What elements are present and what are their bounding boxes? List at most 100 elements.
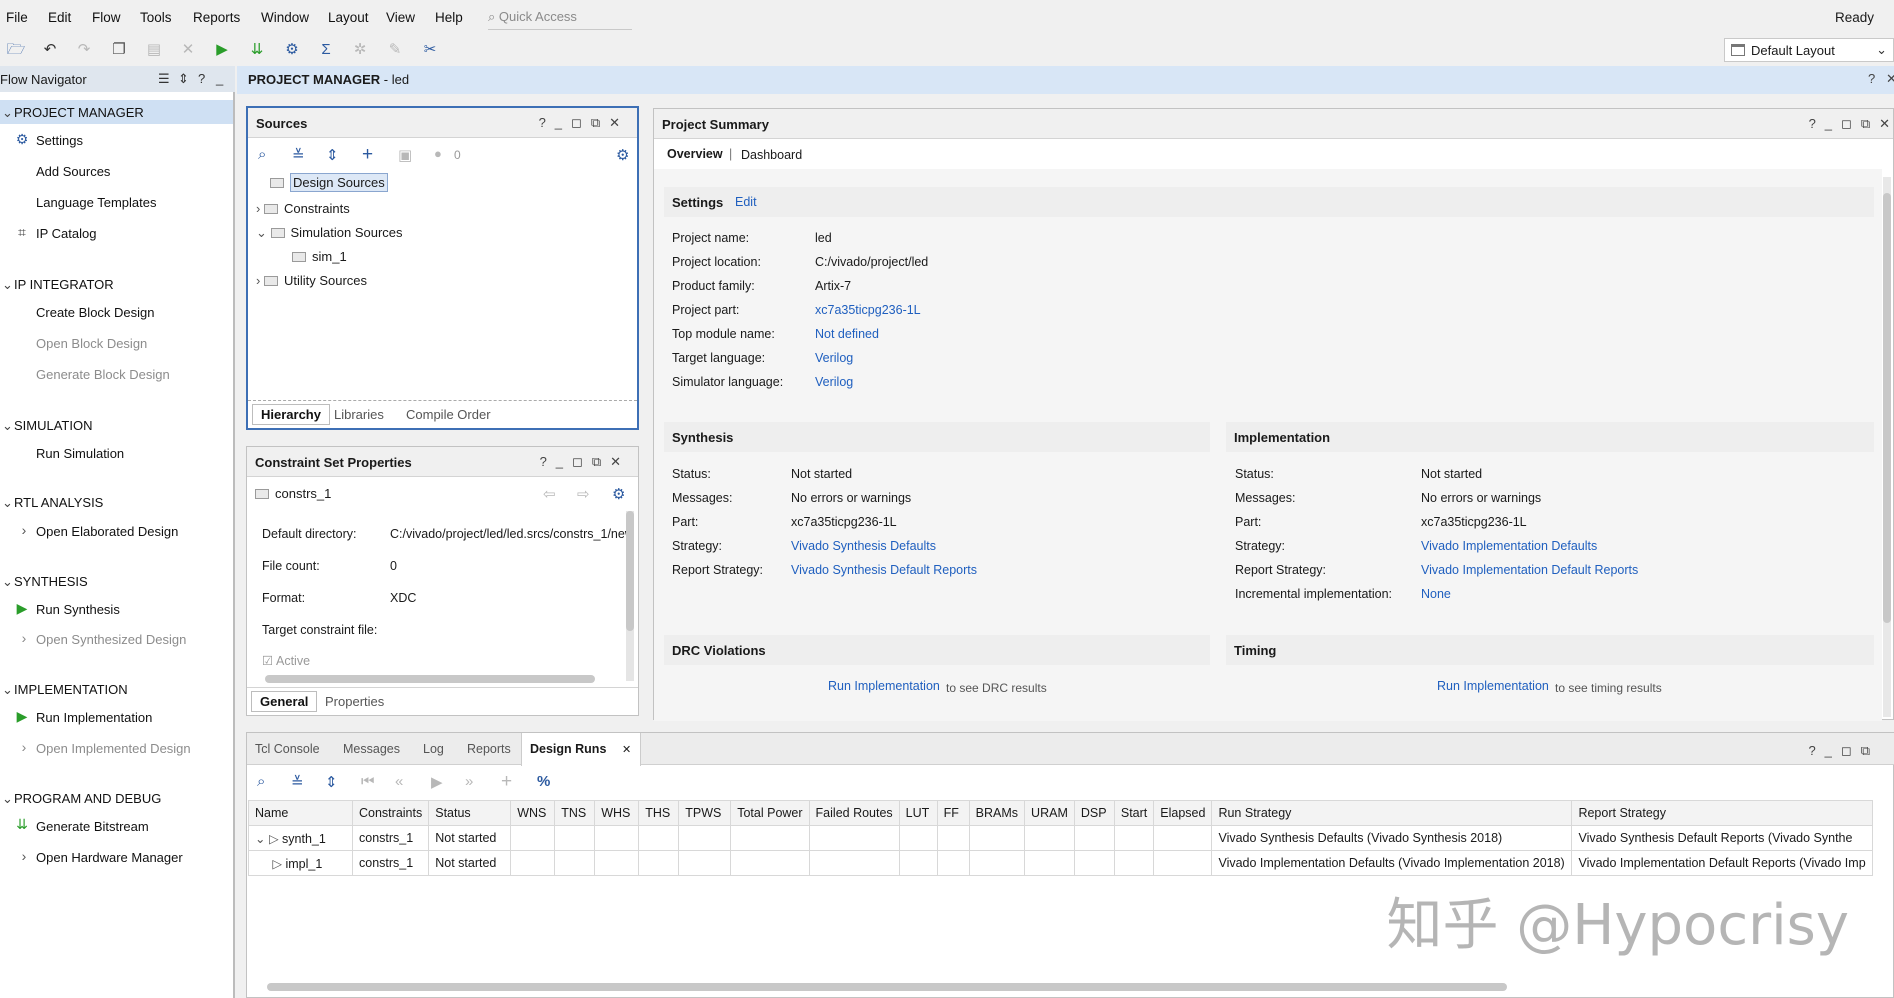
- menu-layout[interactable]: Layout: [328, 10, 369, 25]
- fn-run-simulation[interactable]: Run Simulation: [36, 446, 124, 461]
- drc-run-implementation-link[interactable]: Run Implementation: [828, 679, 940, 693]
- panel-window-icons[interactable]: ?_◻⧉✕: [539, 115, 629, 131]
- collapse-all-icon[interactable]: ≚: [291, 773, 304, 791]
- search-icon[interactable]: ⌕: [257, 773, 265, 790]
- fn-ip-catalog[interactable]: IP Catalog: [36, 226, 96, 241]
- tab-tcl-console[interactable]: Tcl Console: [255, 742, 320, 756]
- percent-icon[interactable]: %: [537, 773, 550, 790]
- fn-open-synthesized-design[interactable]: Open Synthesized Design: [36, 632, 186, 647]
- tree-item[interactable]: › Constraints: [256, 201, 350, 216]
- column-header[interactable]: Total Power: [730, 800, 810, 826]
- synth-strategy-link[interactable]: Vivado Synthesis Defaults: [791, 539, 936, 553]
- tree-item[interactable]: ⌄ Simulation Sources: [256, 225, 403, 241]
- section-simulation[interactable]: ⌄ SIMULATION: [2, 418, 93, 433]
- tree-item[interactable]: sim_1: [292, 249, 347, 264]
- copy-icon[interactable]: ❐: [109, 40, 129, 60]
- section-implementation[interactable]: ⌄ IMPLEMENTATION: [2, 682, 128, 697]
- tab-hierarchy[interactable]: Hierarchy: [252, 404, 330, 425]
- fn-open-implemented-design[interactable]: Open Implemented Design: [36, 741, 191, 756]
- tab-general[interactable]: General: [251, 691, 318, 712]
- fn-open-block-design[interactable]: Open Block Design: [36, 336, 147, 351]
- tree-item[interactable]: › Utility Sources: [256, 273, 367, 288]
- column-header[interactable]: Elapsed: [1153, 800, 1213, 826]
- expand-all-icon[interactable]: ⇕: [326, 146, 339, 164]
- tree-item[interactable]: Design Sources: [270, 173, 388, 192]
- fn-generate-block-design[interactable]: Generate Block Design: [36, 367, 170, 382]
- help-icon[interactable]: ?: [198, 71, 205, 86]
- search-icon[interactable]: ⌕: [258, 146, 266, 163]
- menu-flow[interactable]: Flow: [92, 10, 121, 25]
- menu-file[interactable]: File: [6, 10, 28, 25]
- redo-icon[interactable]: ↷: [74, 40, 94, 60]
- menu-reports[interactable]: Reports: [193, 10, 240, 25]
- column-header[interactable]: FF: [936, 800, 970, 826]
- column-header[interactable]: LUT: [898, 800, 938, 826]
- collapse-all-icon[interactable]: ≚: [292, 146, 305, 164]
- undo-icon[interactable]: ↶: [40, 40, 60, 60]
- table-row[interactable]: ⌄ ▷ synth_1 constrs_1 Not started Vivado…: [248, 825, 1873, 851]
- tab-design-runs[interactable]: Design Runs ✕: [521, 733, 641, 766]
- properties-icon[interactable]: ▣: [398, 146, 412, 164]
- fn-language-templates[interactable]: Language Templates: [36, 195, 156, 210]
- fn-open-hardware-manager[interactable]: Open Hardware Manager: [36, 850, 183, 865]
- collapse-all-icon[interactable]: ☰: [158, 71, 170, 87]
- delete-icon[interactable]: ✕: [178, 40, 198, 60]
- forward-icon[interactable]: ⇨: [577, 485, 590, 503]
- fn-run-synthesis[interactable]: Run Synthesis: [36, 602, 120, 617]
- menu-tools[interactable]: Tools: [140, 10, 172, 25]
- program-icon[interactable]: ⇊: [247, 40, 267, 60]
- quick-access-input[interactable]: ⌕ Quick Access: [488, 6, 632, 30]
- panel-window-icons[interactable]: ?_◻⧉✕: [1809, 116, 1894, 132]
- column-header[interactable]: WHS: [594, 800, 640, 826]
- first-icon[interactable]: ⏮: [361, 773, 375, 790]
- wand-icon[interactable]: ✎: [385, 40, 405, 60]
- column-header[interactable]: DSP: [1073, 800, 1115, 826]
- paste-icon[interactable]: ▤: [144, 40, 164, 60]
- vertical-scrollbar[interactable]: [1883, 177, 1891, 717]
- fn-create-block-design[interactable]: Create Block Design: [36, 305, 155, 320]
- tab-reports[interactable]: Reports: [467, 742, 511, 756]
- top-module-link[interactable]: Not defined: [815, 327, 879, 341]
- fn-generate-bitstream[interactable]: Generate Bitstream: [36, 819, 149, 834]
- impl-report-strategy-link[interactable]: Vivado Implementation Default Reports: [1421, 563, 1638, 577]
- back-icon[interactable]: ⇦: [543, 485, 556, 503]
- column-header[interactable]: Status: [428, 800, 512, 826]
- add-icon[interactable]: +: [362, 144, 373, 166]
- tab-compile-order[interactable]: Compile Order: [406, 407, 491, 422]
- fn-add-sources[interactable]: Add Sources: [36, 164, 110, 179]
- horizontal-scrollbar[interactable]: [265, 675, 595, 683]
- cancel-tools-icon[interactable]: ✂: [420, 40, 440, 60]
- impl-strategy-link[interactable]: Vivado Implementation Defaults: [1421, 539, 1597, 553]
- fn-open-elaborated-design[interactable]: Open Elaborated Design: [36, 524, 178, 539]
- tab-dashboard[interactable]: Dashboard: [741, 148, 802, 162]
- column-header[interactable]: URAM: [1024, 800, 1075, 826]
- add-icon[interactable]: +: [501, 771, 512, 793]
- next-icon[interactable]: »: [465, 773, 473, 790]
- project-part-link[interactable]: xc7a35ticpg236-1L: [815, 303, 921, 317]
- menu-help[interactable]: Help: [435, 10, 463, 25]
- previous-icon[interactable]: «: [395, 773, 403, 790]
- table-row[interactable]: ▷ impl_1 constrs_1 Not started Vivado Im…: [248, 850, 1873, 876]
- open-project-icon[interactable]: 🗁: [6, 40, 26, 60]
- section-program-and-debug[interactable]: ⌄ PROGRAM AND DEBUG: [2, 791, 161, 806]
- column-header[interactable]: WNS: [510, 800, 556, 826]
- section-ip-integrator[interactable]: ⌄ IP INTEGRATOR: [2, 277, 114, 292]
- play-icon[interactable]: ▶: [431, 773, 443, 791]
- gear-icon[interactable]: ⚙: [612, 485, 625, 503]
- timing-run-implementation-link[interactable]: Run Implementation: [1437, 679, 1549, 693]
- panel-window-icons[interactable]: ?_◻⧉✕: [540, 454, 630, 470]
- incremental-link[interactable]: None: [1421, 587, 1451, 601]
- debug-icon[interactable]: ✲: [350, 40, 370, 60]
- settings-icon[interactable]: ⚙: [282, 40, 302, 60]
- panel-window-icons[interactable]: ?_◻⧉: [1808, 743, 1879, 759]
- menu-view[interactable]: View: [386, 10, 415, 25]
- column-header[interactable]: Name: [248, 800, 353, 826]
- minimize-icon[interactable]: _: [216, 71, 223, 86]
- column-header[interactable]: Start: [1113, 800, 1155, 826]
- target-language-link[interactable]: Verilog: [815, 351, 853, 365]
- column-header[interactable]: THS: [638, 800, 680, 826]
- column-header[interactable]: Constraints: [351, 800, 430, 826]
- horizontal-scrollbar[interactable]: [267, 983, 1507, 991]
- run-icon[interactable]: ▶: [212, 40, 232, 60]
- layout-select[interactable]: Default Layout ⌄: [1724, 38, 1894, 62]
